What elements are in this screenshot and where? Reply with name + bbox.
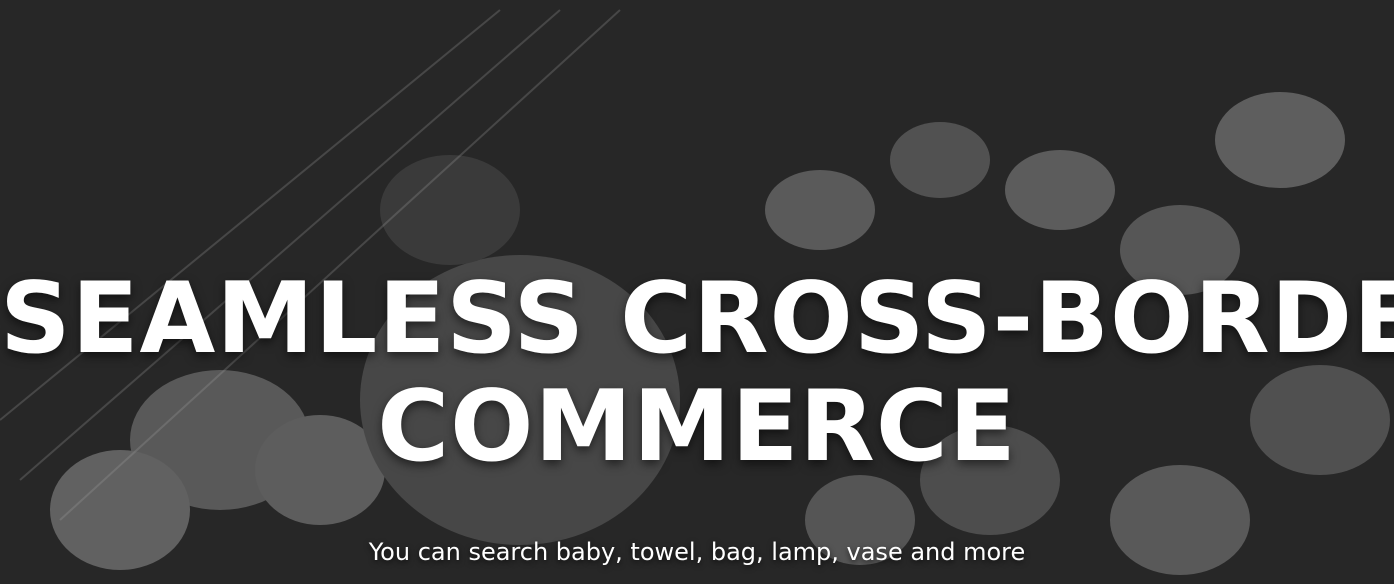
hero-subtitle: You can search baby, towel, bag, lamp, v… (368, 538, 1026, 566)
headline-line-1: SEAMLESS CROSS-BORDER (0, 262, 1394, 376)
hero-banner: SEAMLESS CROSS-BORDER COMMERCE You can s… (0, 0, 1394, 584)
headline-line-2: COMMERCE (377, 370, 1017, 484)
hero-headline: SEAMLESS CROSS-BORDER COMMERCE (0, 270, 1394, 476)
